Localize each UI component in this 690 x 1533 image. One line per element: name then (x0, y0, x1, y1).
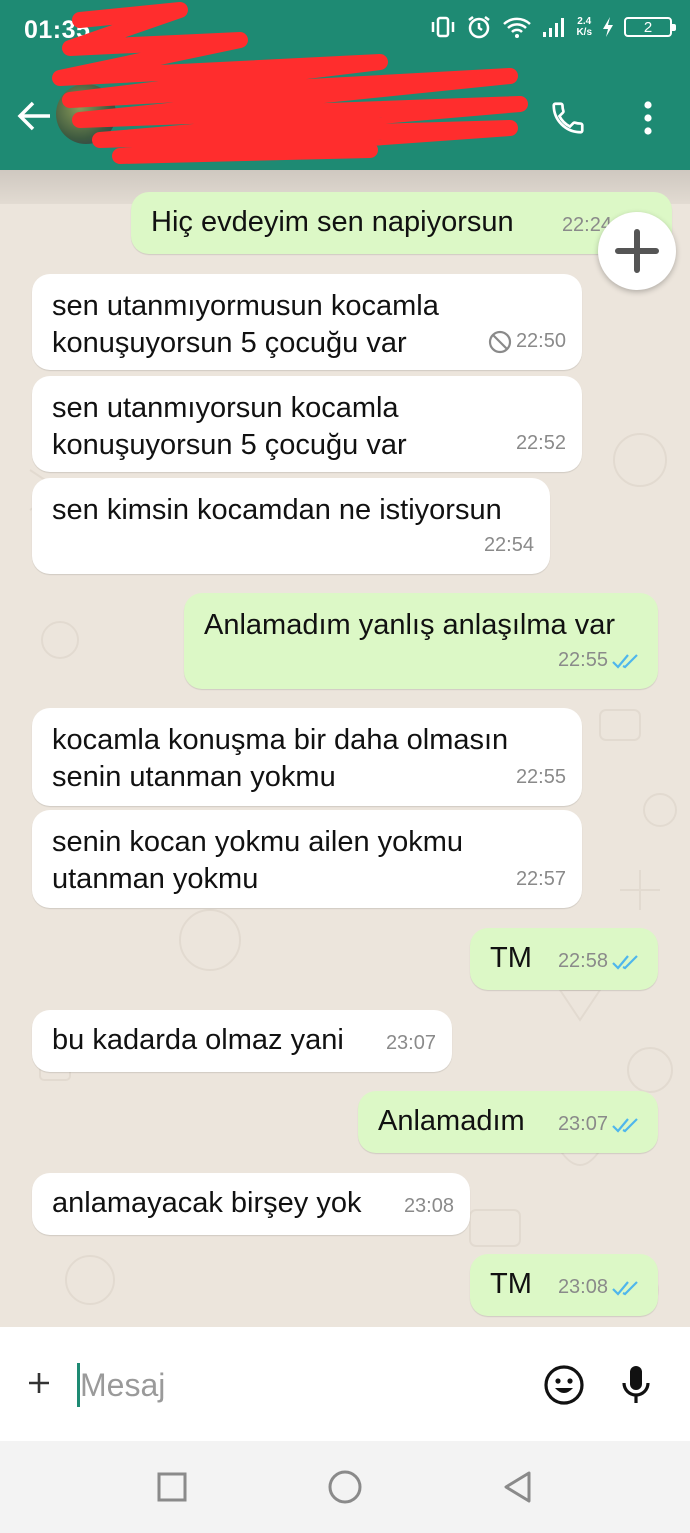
plus-icon (29, 1373, 49, 1393)
battery-indicator: 2 (624, 17, 676, 37)
message-meta: 23:07 (558, 1106, 642, 1143)
message-meta: 23:08 (404, 1188, 454, 1225)
message-bubble-outgoing[interactable]: Anlamadım 23:07 (358, 1091, 658, 1153)
message-text: Anlamadım yanlış anlaşılma var (204, 609, 615, 641)
net-speed: 2.4 K/s (576, 16, 592, 38)
message-bubble-outgoing[interactable]: TM 22:58 (470, 928, 658, 990)
message-text: anlamayacak birşey yok (52, 1187, 362, 1219)
message-bubble-outgoing[interactable]: Anlamadım yanlış anlaşılma var 22:55 (184, 593, 658, 689)
message-meta: 22:52 (516, 425, 566, 462)
voice-call-button[interactable] (546, 96, 590, 140)
message-text: sen utanmıyormusun kocamla konuşuyorsun … (52, 290, 439, 359)
home-button[interactable] (325, 1467, 365, 1507)
message-bubble-outgoing[interactable]: Hiç evdeyim sen napiyorsun 22:24 (131, 192, 672, 254)
microphone-icon (622, 1366, 650, 1403)
message-bubble-incoming[interactable]: sen kimsin kocamdan ne istiyorsun 22:54 (32, 478, 550, 574)
message-time: 23:07 (385, 1032, 436, 1054)
message-time: 22:57 (515, 868, 566, 890)
recents-button[interactable] (152, 1467, 192, 1507)
message-time: 23:08 (403, 1195, 454, 1217)
voice-record-button[interactable] (614, 1363, 658, 1407)
message-bubble-incoming[interactable]: sen utanmıyormusun kocamla konuşuyorsun … (32, 274, 582, 370)
circle-icon (328, 1470, 362, 1504)
message-meta: 22:58 (558, 943, 642, 980)
read-ticks-icon (612, 1280, 638, 1296)
message-time: 23:08 (557, 1276, 608, 1298)
message-meta: 22:54 (484, 527, 534, 564)
status-icons: 2.4 K/s 2 (430, 14, 676, 40)
status-time: 01:35 (24, 16, 91, 44)
more-options-button[interactable] (628, 96, 668, 140)
signal-icon (543, 18, 565, 37)
message-text: bu kadarda olmaz yani (52, 1024, 344, 1056)
message-meta: 22:50 (488, 323, 566, 360)
back-button[interactable] (14, 96, 54, 136)
message-bubble-incoming[interactable]: senin kocan yokmu ailen yokmu utanman yo… (32, 810, 582, 908)
message-text: sen utanmıyorsun kocamla konuşuyorsun 5 … (52, 392, 407, 461)
chat-header: 01:35 2.4 K/s 2 (0, 0, 690, 170)
vibrate-icon (432, 16, 455, 38)
message-time: 22:55 (557, 649, 608, 671)
message-text: sen kimsin kocamdan ne istiyorsun (52, 494, 502, 526)
more-vert-icon (644, 101, 652, 135)
smiley-icon (544, 1365, 584, 1405)
read-ticks-icon (612, 954, 638, 970)
message-meta: 22:55 (558, 642, 642, 679)
emoji-button[interactable] (542, 1363, 586, 1407)
message-text: senin kocan yokmu ailen yokmu utanman yo… (52, 826, 464, 895)
system-nav-bar (0, 1441, 690, 1533)
attach-button[interactable] (22, 1363, 56, 1403)
message-text: kocamla konuşma bir daha olmasın senin u… (52, 724, 509, 793)
message-time: 22:54 (483, 534, 534, 556)
wifi-icon (503, 17, 532, 38)
contact-avatar[interactable] (56, 84, 116, 144)
message-meta: 22:55 (516, 759, 566, 796)
charging-icon (603, 17, 613, 37)
message-time: 22:52 (515, 432, 566, 454)
message-meta: 22:57 (516, 861, 566, 898)
chat-area[interactable]: Hiç evdeyim sen napiyorsun 22:24 sen uta… (0, 170, 690, 1327)
deleted-icon (488, 330, 512, 353)
message-time: 22:55 (515, 766, 566, 788)
message-composer (0, 1327, 690, 1441)
message-bubble-incoming[interactable]: anlamayacak birşey yok 23:08 (32, 1173, 470, 1235)
message-bubble-incoming[interactable]: bu kadarda olmaz yani 23:07 (32, 1010, 452, 1072)
message-meta: 23:08 (558, 1269, 642, 1306)
floating-add-button[interactable] (598, 212, 676, 290)
plus-icon (615, 229, 659, 273)
message-bubble-outgoing[interactable]: TM 23:08 (470, 1254, 658, 1316)
message-meta: 23:07 (386, 1025, 436, 1062)
message-time: 22:50 (515, 330, 566, 352)
arrow-left-icon (17, 101, 50, 131)
message-input[interactable] (80, 1357, 500, 1413)
read-ticks-icon (612, 653, 638, 669)
message-time: 22:58 (557, 950, 608, 972)
nav-back-button[interactable] (498, 1467, 538, 1507)
triangle-back-icon (504, 1471, 531, 1503)
message-bubble-incoming[interactable]: sen utanmıyorsun kocamla konuşuyorsun 5 … (32, 376, 582, 472)
square-icon (157, 1472, 187, 1502)
phone-icon (552, 102, 584, 134)
read-ticks-icon (612, 1117, 638, 1133)
alarm-icon (468, 16, 491, 39)
message-time: 23:07 (557, 1113, 608, 1135)
message-bubble-incoming[interactable]: kocamla konuşma bir daha olmasın senin u… (32, 708, 582, 806)
